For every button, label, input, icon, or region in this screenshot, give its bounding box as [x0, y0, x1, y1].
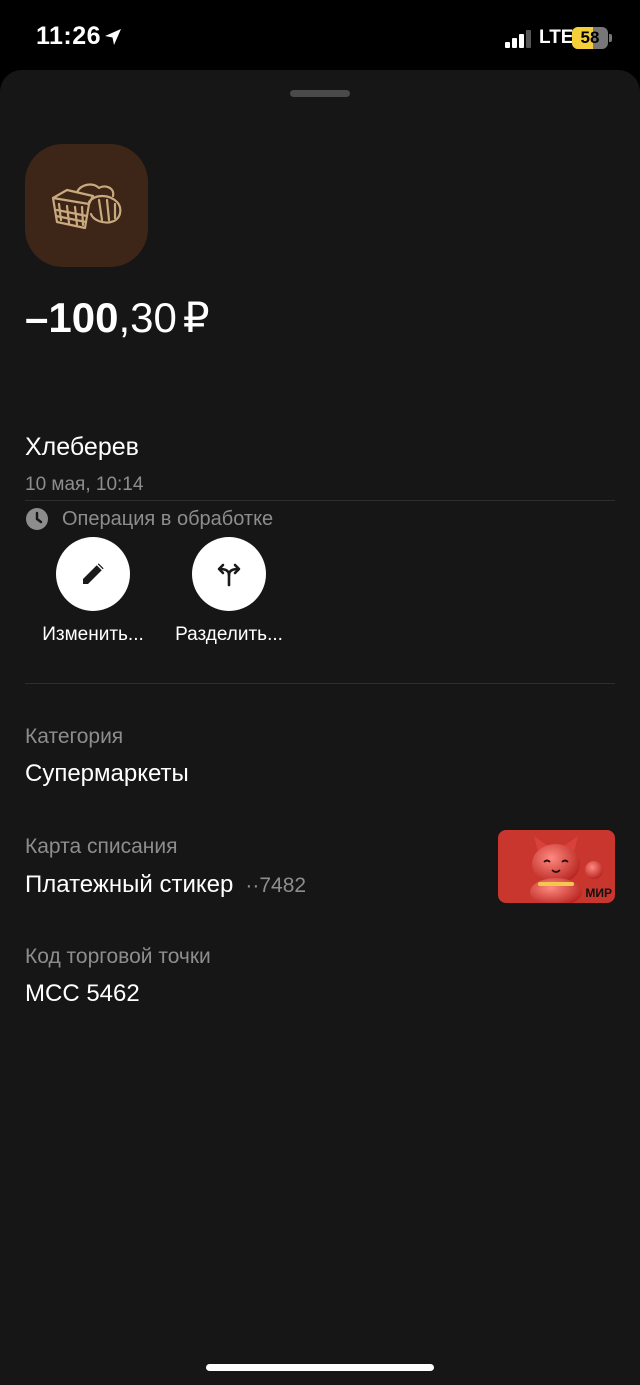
home-indicator[interactable] [206, 1364, 434, 1371]
currency-symbol: ₽ [182, 294, 210, 341]
divider [25, 683, 615, 684]
card-number-mask: ··7482 [245, 874, 307, 897]
edit-label: Изменить... [42, 624, 144, 645]
operation-datetime: 10 мая, 10:14 [25, 474, 144, 495]
battery-percent: 58 [580, 28, 600, 47]
amount-fraction: ,30 [118, 294, 177, 341]
edit-button[interactable] [56, 537, 130, 611]
card-info[interactable]: Платежный стикер ··7482 [25, 871, 306, 899]
mir-logo: МИР [585, 886, 612, 900]
status-bar: 11:26 LTE 58 [0, 0, 640, 72]
sheet-grabber[interactable] [290, 90, 350, 97]
split-button[interactable] [192, 537, 266, 611]
split-label: Разделить... [175, 624, 283, 645]
operation-status: Операция в обработке [25, 507, 273, 531]
card-thumbnail[interactable]: МИР [498, 830, 615, 903]
bread-basket-icon [51, 183, 122, 230]
amount: –100,30 ₽ [25, 292, 210, 344]
status-text: Операция в обработке [62, 507, 274, 530]
pencil-icon [83, 563, 104, 584]
card-label: Карта списания [25, 835, 178, 858]
amount-integer: –100 [25, 294, 119, 341]
mcc-value: MCC 5462 [25, 980, 140, 1007]
signal-bar [505, 42, 510, 48]
mcc-label: Код торговой точки [25, 945, 211, 968]
merchant-logo [25, 144, 148, 267]
merchant-name: Хлеберев [25, 433, 139, 461]
signal-bar [526, 30, 531, 48]
split-action[interactable]: Разделить... [159, 537, 299, 646]
split-arrows-icon [217, 563, 241, 587]
clock-icon [26, 508, 48, 530]
category-label: Категория [25, 725, 124, 748]
category-value[interactable]: Супермаркеты [25, 760, 189, 788]
transaction-sheet: –100,30 ₽ Хлеберев 10 мая, 10:14 Операция… [0, 70, 640, 1385]
signal-bar [512, 38, 517, 48]
card-name: Платежный стикер [25, 871, 234, 898]
signal-bar [519, 34, 524, 48]
battery-icon: 58 [572, 27, 612, 49]
edit-action[interactable]: Изменить... [23, 537, 163, 646]
location-arrow-icon [105, 29, 121, 45]
divider [25, 500, 615, 501]
cellular-signal-icon [505, 28, 535, 48]
network-type: LTE [539, 27, 574, 48]
status-time: 11:26 [36, 22, 102, 50]
